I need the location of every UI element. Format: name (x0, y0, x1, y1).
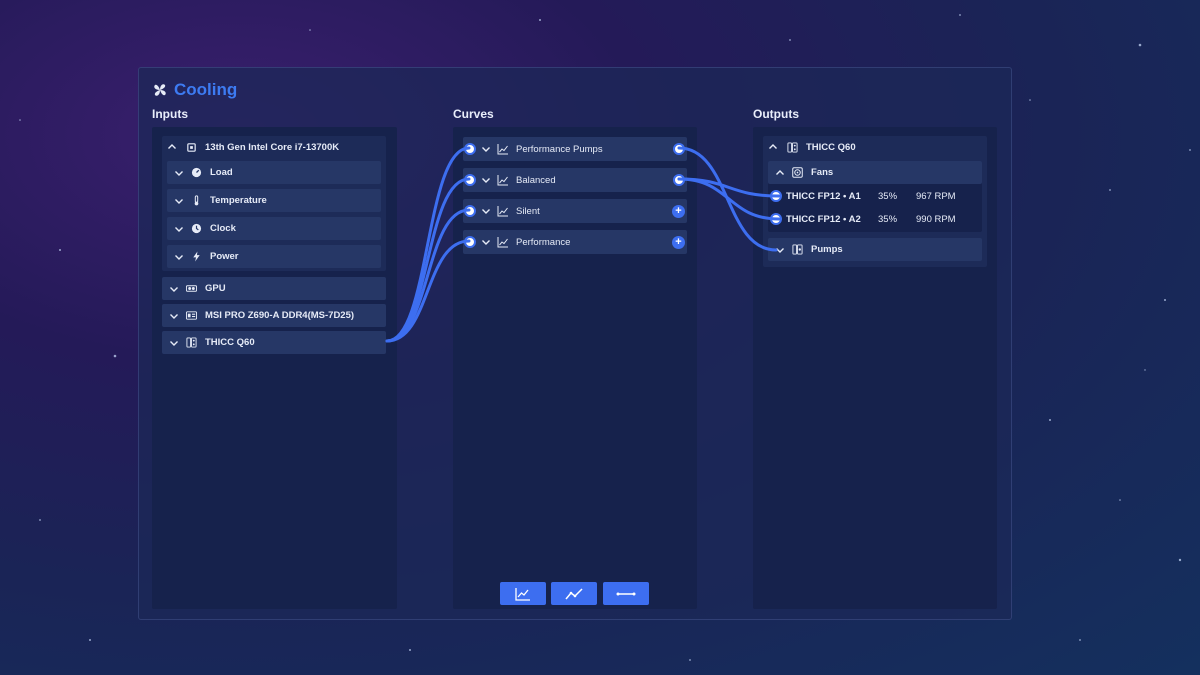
add-output-plus-icon[interactable]: + (672, 204, 685, 218)
cooler-icon (787, 141, 798, 153)
output-device-header[interactable]: THICC Q60 (763, 136, 856, 158)
input-load[interactable]: Load (167, 161, 381, 184)
fan-box-icon (792, 167, 803, 178)
chevron-down-icon[interactable] (481, 175, 491, 185)
curve-input-port[interactable] (464, 236, 476, 248)
curve-performance-pumps[interactable]: Performance Pumps (463, 137, 687, 161)
fixed-line-icon (616, 592, 636, 595)
input-motherboard-label: MSI PRO Z690-A DDR4(MS-7D25) (205, 310, 355, 321)
curves-heading: Curves (453, 107, 494, 121)
input-motherboard[interactable]: MSI PRO Z690-A DDR4(MS-7D25) (162, 304, 386, 327)
chevron-up-icon[interactable] (167, 142, 177, 152)
cooler-icon (186, 337, 197, 348)
fan-input-port[interactable] (770, 190, 782, 202)
chevron-down-icon[interactable] (169, 311, 179, 321)
input-power-label: Power (210, 251, 239, 262)
fan-name: THICC FP12 • A1 (786, 190, 861, 202)
curve-output-port[interactable] (673, 174, 685, 186)
motherboard-icon (186, 311, 197, 320)
page-title: Cooling (152, 80, 237, 100)
pumps-label: Pumps (811, 244, 843, 255)
input-temperature-label: Temperature (210, 195, 267, 206)
clock-icon (191, 223, 202, 234)
chevron-down-icon[interactable] (174, 252, 184, 262)
curve-balanced[interactable]: Balanced (463, 168, 687, 192)
curve-label: Performance Pumps (516, 143, 603, 155)
gauge-icon (191, 167, 202, 178)
chevron-down-icon[interactable] (169, 284, 179, 294)
graph-curve-icon (515, 587, 530, 601)
fans-group: Fans THICC FP12 • A1 35% 967 RPM THICC F… (768, 161, 982, 232)
cpu-label: 13th Gen Intel Core i7-13700K (205, 141, 340, 153)
fan-rpm: 990 RPM (916, 213, 956, 225)
gpu-icon (186, 285, 197, 292)
add-graph-curve-button[interactable] (500, 582, 546, 605)
app-title: Cooling (174, 80, 238, 99)
input-thicc-q60-label: THICC Q60 (205, 337, 255, 348)
curves-panel: Performance Pumps Balanced Silent + Perf… (453, 127, 697, 609)
input-load-label: Load (210, 167, 233, 178)
curve-output-port[interactable] (673, 143, 685, 155)
curve-performance[interactable]: Performance + (463, 230, 687, 254)
cpu-header[interactable]: 13th Gen Intel Core i7-13700K (162, 136, 339, 158)
chevron-down-icon[interactable] (174, 224, 184, 234)
input-power[interactable]: Power (167, 245, 381, 268)
curve-label: Performance (516, 236, 571, 248)
fan-name: THICC FP12 • A2 (786, 213, 861, 225)
graph-curve-icon (497, 206, 508, 217)
input-temperature[interactable]: Temperature (167, 189, 381, 212)
curve-label: Balanced (516, 174, 556, 186)
chevron-up-icon[interactable] (768, 142, 778, 152)
graph-curve-icon (497, 175, 508, 186)
cpu-group: 13th Gen Intel Core i7-13700K Load Tempe… (162, 136, 386, 271)
chevron-down-icon[interactable] (775, 245, 785, 255)
add-output-plus-icon[interactable]: + (672, 235, 685, 249)
fan-rpm: 967 RPM (916, 190, 956, 202)
chevron-up-icon[interactable] (775, 168, 785, 178)
fan-percent: 35% (878, 213, 898, 225)
fan-input-port[interactable] (770, 213, 782, 225)
input-clock-label: Clock (210, 223, 236, 234)
curve-input-port[interactable] (464, 174, 476, 186)
pump-icon (792, 244, 803, 255)
fan-percent: 35% (878, 190, 898, 202)
outputs-heading: Outputs (753, 107, 799, 121)
thermometer-icon (194, 195, 199, 206)
chevron-down-icon[interactable] (174, 196, 184, 206)
chevron-down-icon[interactable] (169, 338, 179, 348)
inputs-panel: 13th Gen Intel Core i7-13700K Load Tempe… (152, 127, 397, 609)
add-linear-curve-button[interactable] (551, 582, 597, 605)
linear-curve-icon (565, 587, 583, 599)
graph-curve-icon (497, 237, 508, 248)
input-gpu[interactable]: GPU (162, 277, 386, 300)
input-thicc-q60[interactable]: THICC Q60 (162, 331, 386, 354)
fan-output-a1[interactable]: THICC FP12 • A1 35% 967 RPM (770, 185, 984, 207)
thicc-q60-output-group: THICC Q60 Fans THICC FP12 • A1 35% 967 R… (763, 136, 987, 267)
output-device-label: THICC Q60 (806, 141, 856, 153)
curve-silent[interactable]: Silent + (463, 199, 687, 223)
inputs-heading: Inputs (152, 107, 188, 121)
graph-curve-icon (497, 144, 508, 155)
chevron-down-icon[interactable] (481, 237, 491, 247)
cpu-icon (187, 142, 196, 152)
cooling-window: Cooling Inputs Curves Outputs 13th Gen I… (138, 67, 1012, 620)
curve-input-port[interactable] (464, 205, 476, 217)
chevron-down-icon[interactable] (481, 144, 491, 154)
chevron-down-icon[interactable] (174, 168, 184, 178)
input-gpu-label: GPU (205, 283, 226, 294)
fans-header[interactable]: Fans (768, 161, 982, 184)
chevron-down-icon[interactable] (481, 206, 491, 216)
add-fixed-curve-button[interactable] (603, 582, 649, 605)
outputs-panel: THICC Q60 Fans THICC FP12 • A1 35% 967 R… (753, 127, 997, 609)
fan-output-a2[interactable]: THICC FP12 • A2 35% 990 RPM (770, 208, 984, 230)
curve-input-port[interactable] (464, 143, 476, 155)
pumps-row[interactable]: Pumps (768, 238, 982, 261)
curve-label: Silent (516, 205, 540, 217)
fan-icon (154, 84, 166, 96)
fans-label: Fans (811, 167, 834, 178)
input-clock[interactable]: Clock (167, 217, 381, 240)
lightning-icon (193, 251, 200, 262)
